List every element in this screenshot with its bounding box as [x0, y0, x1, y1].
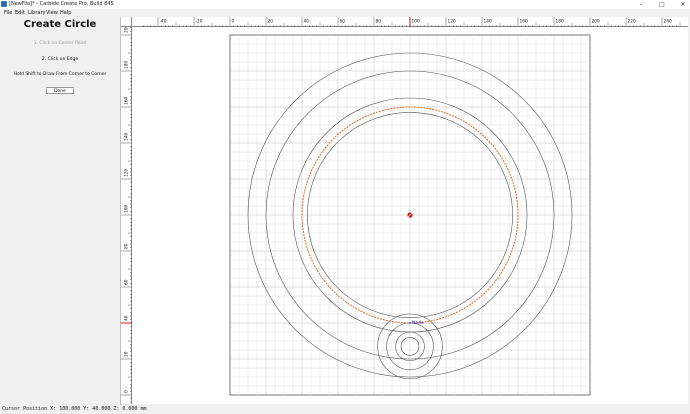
ruler-y-label: 60: [124, 279, 130, 285]
menu-library[interactable]: Library: [28, 9, 45, 17]
ruler-y-label: 120: [124, 169, 130, 177]
ruler-x-label: 160: [520, 19, 528, 25]
ruler-y-label: 40: [124, 315, 130, 321]
menu-file[interactable]: File: [4, 9, 12, 17]
ruler-y-label: 140: [124, 133, 130, 141]
app-icon: [1, 1, 7, 7]
ruler-y-label: 100: [124, 205, 130, 213]
ruler-y-label: 20: [124, 351, 130, 357]
title-bar: [NewFile]* - Carbide Create Pro, Build 8…: [0, 0, 690, 9]
node-label: Node: [412, 320, 424, 326]
node-point: [409, 322, 411, 324]
minimize-icon[interactable]: –: [634, 0, 648, 9]
ruler-x-label: 220: [628, 19, 636, 25]
status-bar: Cursor Position X: 100.000 Y: 40.000 Z: …: [0, 405, 690, 414]
close-icon[interactable]: ✕: [676, 0, 690, 9]
tool-panel: Create Circle 1. Click on Center Point 2…: [0, 17, 121, 405]
vertical-ruler: 0 20 40 60 80 100 120 140 160 180 200: [121, 27, 132, 404]
ruler-x-label: 240: [664, 19, 672, 25]
ruler-y-label: 180: [124, 61, 130, 69]
ruler-x-label: 140: [484, 19, 492, 25]
panel-title: Create Circle: [23, 19, 97, 30]
menu-bar: File Edit Library View Help: [0, 9, 690, 17]
ruler-y-label: 0: [124, 390, 130, 393]
horizontal-ruler: -40 -20 0 20 40 60 80 100 120 140 160 180 200 220 240: [132, 17, 688, 27]
done-button[interactable]: Done: [46, 87, 74, 94]
menu-help[interactable]: Help: [60, 9, 71, 17]
menu-view[interactable]: View: [46, 9, 58, 17]
ruler-x-label: 0: [232, 19, 235, 25]
design-canvas[interactable]: Node: [132, 27, 688, 404]
step-edge: 2. Click on Edge: [41, 57, 79, 62]
ruler-x-label: 40: [304, 19, 310, 25]
ruler-x-label: 60: [340, 19, 346, 25]
ruler-x-label: -40: [160, 19, 167, 25]
shift-hint: Hold Shift to Draw From Corner to Corner: [13, 72, 107, 77]
ruler-x-label: 80: [376, 19, 382, 25]
ruler-x-label: -20: [196, 19, 203, 25]
ruler-x-label: 120: [448, 19, 456, 25]
ruler-y-label: 160: [124, 97, 130, 105]
maximize-icon[interactable]: □: [655, 0, 669, 9]
step-center-point: 1. Click on Center Point: [33, 41, 87, 46]
ruler-corner: [121, 17, 132, 27]
ruler-y-label: 200: [124, 27, 130, 33]
ruler-x-label: 180: [556, 19, 564, 25]
ruler-x-label: 200: [592, 19, 600, 25]
window-title: [NewFile]* - Carbide Create Pro, Build 8…: [9, 1, 114, 7]
ruler-y-label: 80: [124, 243, 130, 249]
menu-edit[interactable]: Edit: [15, 9, 25, 17]
ruler-x-label: 20: [268, 19, 274, 25]
ruler-x-label: 100: [412, 19, 420, 25]
cursor-position: Cursor Position X: 100.000 Y: 40.000 Z: …: [2, 406, 147, 412]
